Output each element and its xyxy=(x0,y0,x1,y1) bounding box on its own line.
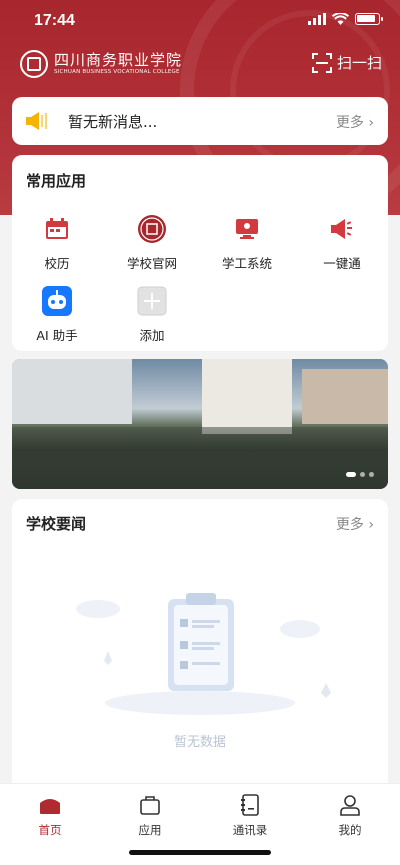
tab-label: 通讯录 xyxy=(232,823,268,837)
battery-icon xyxy=(355,13,383,25)
briefcase-icon xyxy=(140,796,160,815)
college-name: 四川商务职业学院 xyxy=(54,51,183,69)
app-label: 学校官网 xyxy=(126,256,177,271)
status-bar: 17:44 xyxy=(0,0,400,44)
app-label: AI 助手 xyxy=(36,328,78,343)
campus-banner-carousel[interactable] xyxy=(12,359,388,489)
notice-bar[interactable]: 暂无新消息... 更多 › xyxy=(12,97,388,145)
school-news-card: 学校要闻 更多 › 暂无数据 xyxy=(12,499,388,789)
calendar-icon xyxy=(46,218,68,239)
carousel-dot xyxy=(360,472,365,477)
college-name-en: SICHUAN BUSINESS VOCATIONAL COLLEGE xyxy=(54,69,180,75)
tab-apps[interactable]: 应用 xyxy=(115,792,185,838)
tab-label: 首页 xyxy=(38,823,62,837)
empty-clipboard-illustration xyxy=(76,593,331,715)
app-ai-assistant[interactable]: AI 助手 xyxy=(12,285,102,344)
megaphone-icon xyxy=(331,219,352,239)
contacts-icon xyxy=(241,794,259,816)
carousel-indicator xyxy=(346,472,374,477)
banner-building xyxy=(12,359,132,424)
banner-building xyxy=(302,369,388,424)
scan-label: 扫一扫 xyxy=(336,54,382,72)
home-indicator xyxy=(129,850,271,855)
app-calendar[interactable]: 校历 xyxy=(12,213,102,272)
app-add[interactable]: 添加 xyxy=(107,285,197,344)
speaker-icon xyxy=(26,112,47,130)
common-apps-title: 常用应用 xyxy=(26,172,87,190)
college-logo-icon xyxy=(20,50,48,78)
tab-label: 我的 xyxy=(338,823,362,837)
app-label: 添加 xyxy=(139,328,165,343)
scan-icon xyxy=(311,52,332,73)
app-label: 一键通 xyxy=(323,256,361,271)
news-more-link[interactable]: 更多 › xyxy=(336,514,374,534)
carousel-dot xyxy=(369,472,374,477)
user-icon xyxy=(340,795,360,816)
banner-water-reflection xyxy=(12,427,388,489)
tab-me[interactable]: 我的 xyxy=(315,792,385,838)
signal-icon xyxy=(308,13,326,25)
app-label: 学工系统 xyxy=(221,256,272,271)
app-label: 校历 xyxy=(44,256,70,271)
tab-contacts[interactable]: 通讯录 xyxy=(215,792,285,838)
tab-home[interactable]: 首页 xyxy=(15,792,85,838)
wifi-icon xyxy=(332,13,349,25)
scan-button[interactable]: 扫一扫 xyxy=(311,52,382,73)
app-school-website[interactable]: 学校官网 xyxy=(107,213,197,272)
app-one-click[interactable]: 一键通 xyxy=(297,213,387,272)
notice-message: 暂无新消息... xyxy=(68,113,158,131)
common-apps-card: 常用应用 校历 学校官网 学工系统 一键通 AI 助手 添加 xyxy=(12,155,388,351)
robot-icon xyxy=(42,286,72,316)
status-time: 17:44 xyxy=(34,12,75,29)
notice-more-link[interactable]: 更多 › xyxy=(336,112,374,132)
app-student-affairs[interactable]: 学工系统 xyxy=(202,213,292,272)
home-icon xyxy=(40,799,60,814)
banner-building xyxy=(202,359,292,434)
tab-label: 应用 xyxy=(138,823,162,837)
carousel-dot-active xyxy=(346,472,356,477)
app-header: 四川商务职业学院 SICHUAN BUSINESS VOCATIONAL COL… xyxy=(0,46,400,86)
empty-state-text: 暂无数据 xyxy=(173,735,226,750)
monitor-icon xyxy=(236,219,258,239)
add-icon xyxy=(137,286,167,316)
school-news-title: 学校要闻 xyxy=(26,515,87,533)
school-emblem-icon xyxy=(138,215,166,243)
